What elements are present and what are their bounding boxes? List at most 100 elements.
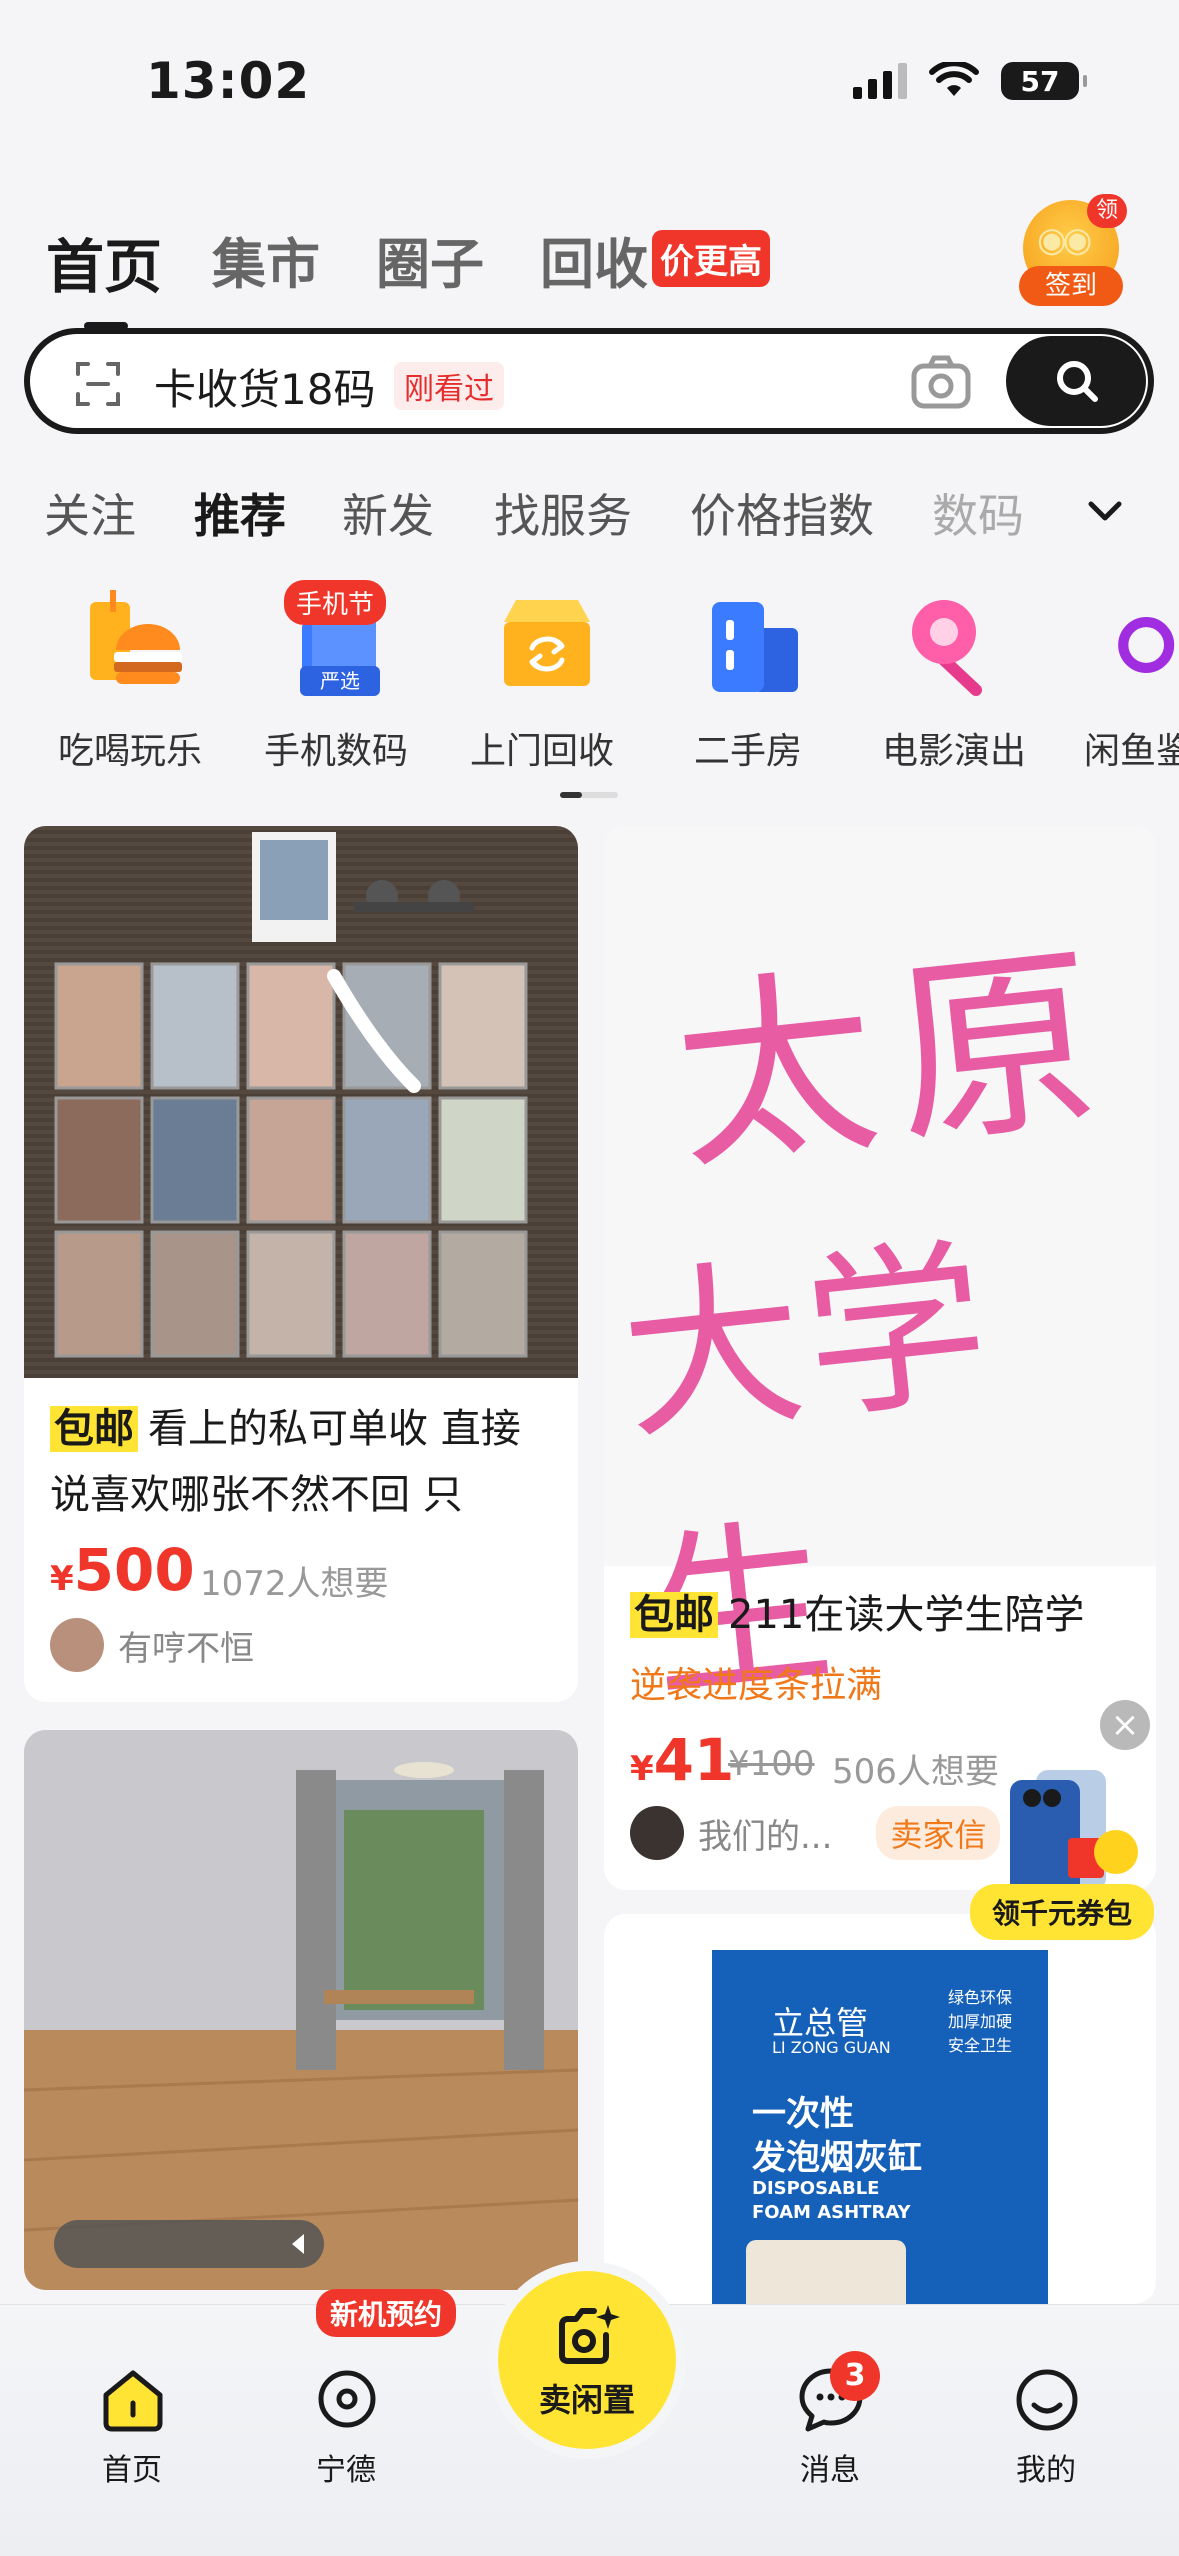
price-symbol: ¥ [630, 1749, 654, 1789]
photocard-grid [54, 962, 528, 1358]
product-card-photocards[interactable]: 包邮 看上的私可单收 直接说喜欢哪张不然不回 只 ¥500 1072人想要 有哼不… [24, 826, 578, 1702]
entry-label: 上门回收 [469, 731, 614, 772]
product-title-text: 211在读大学生陪学 [728, 1592, 1085, 1638]
scan-icon[interactable] [74, 360, 122, 408]
recycle-box-icon [504, 600, 590, 686]
seller-name: 我们的... [698, 1816, 833, 1857]
avatar [630, 1806, 684, 1860]
product-name-en1: DISPOSABLE [752, 2178, 880, 2199]
product-name-en2: FOAM ASHTRAY [752, 2202, 911, 2223]
ring-icon [1118, 617, 1175, 673]
product-image [24, 826, 578, 1378]
feature-3: 安全卫生 [948, 2036, 1013, 2055]
coupon-float[interactable]: × 领千元券包 [970, 1700, 1160, 1940]
tab-circle[interactable]: 圈子 [376, 220, 484, 299]
message-count-badge: 3 [830, 2351, 880, 2401]
price-value: 500 [73, 1536, 195, 1604]
recycle-price-badge: 价更高 [652, 230, 770, 287]
category-services[interactable]: 找服务 [494, 480, 632, 546]
category-tabs: 关注 推荐 新发 找服务 价格指数 数码 [44, 480, 1179, 550]
want-count: 1072人想要 [200, 1564, 389, 1604]
smile-face-icon [1016, 2369, 1078, 2431]
free-shipping-tag: 包邮 [50, 1406, 138, 1452]
battery-icon: 57 [1001, 62, 1087, 100]
seller-info[interactable]: 有哼不恒 [50, 1618, 254, 1672]
category-digital[interactable]: 数码 [932, 480, 1024, 546]
close-icon[interactable]: × [1100, 1700, 1150, 1750]
location-icon [318, 2370, 376, 2428]
category-new[interactable]: 新发 [342, 480, 434, 546]
product-box: 立总管 LI ZONG GUAN 绿色环保 加厚加硬 安全卫生 一次性 发泡烟灰… [712, 1950, 1048, 2304]
bottom-tab-bar: 首页 宁德 新机预约 卖闲置 3 消息 我的 [0, 2271, 1179, 2556]
tab-bar-label: 我的 [1016, 2453, 1076, 2488]
tab-bar-local[interactable]: 宁德 [276, 2345, 416, 2488]
signin-label: 签到 [1019, 266, 1123, 306]
entry-label: 电影演出 [881, 731, 1026, 772]
category-recommend[interactable]: 推荐 [194, 480, 286, 546]
entry-label: 二手房 [693, 731, 802, 772]
entry-xianyu-appraise[interactable]: 闲鱼鉴 [1068, 580, 1179, 780]
tab-market[interactable]: 集市 [212, 220, 320, 299]
tab-bar-label: 消息 [800, 2453, 860, 2488]
status-bar: 13:02 57 [0, 0, 1179, 170]
product-subtitle: 逆袭进度条拉满 [630, 1665, 883, 1706]
tab-recycle[interactable]: 回收 [540, 220, 648, 299]
coupon-label: 领千元券包 [970, 1884, 1154, 1940]
handwritten-text-line1: 太原 [664, 920, 1127, 1199]
entry-second-hand-house[interactable]: 二手房 [658, 580, 838, 780]
entry-sub-label: 严选 [320, 669, 360, 693]
product-title: 包邮 看上的私可单收 直接说喜欢哪张不然不回 只 [50, 1396, 552, 1528]
sell-idle-label: 卖闲置 [538, 2381, 635, 2419]
entry-home-recycle[interactable]: 上门回收 [452, 580, 632, 780]
product-price: ¥500 [50, 1536, 195, 1604]
entry-phones-digital[interactable]: 严选 手机节 手机数码 [246, 580, 426, 780]
seller-name: 有哼不恒 [118, 1628, 254, 1669]
status-time: 13:02 [146, 52, 311, 110]
signin-button[interactable]: 领 签到 [1019, 194, 1127, 306]
brand-name-en: LI ZONG GUAN [772, 2038, 891, 2057]
entry-movies-shows[interactable]: 电影演出 [864, 580, 1044, 780]
top-nav: 首页 集市 圈子 回收 价更高 领 签到 [46, 190, 1133, 330]
seller-info[interactable]: 我们的... 卖家信 [630, 1806, 1001, 1860]
product-image: 太原 大学生 [604, 826, 1156, 1725]
quick-entries: 吃喝玩乐 严选 手机节 手机数码 上门回收 二手房 电影演出 闲鱼鉴 [0, 580, 1179, 800]
product-card-room[interactable] [24, 1730, 578, 2290]
burger-drink-icon [90, 590, 182, 684]
product-price: ¥41 [630, 1726, 734, 1794]
tab-bar-mine[interactable]: 我的 [976, 2345, 1116, 2488]
price-symbol: ¥ [50, 1559, 74, 1599]
tab-bar-home[interactable]: 首页 [62, 2345, 202, 2488]
search-input[interactable]: 卡收货18码 [154, 356, 375, 417]
category-follow[interactable]: 关注 [44, 480, 136, 546]
price-value: 41 [653, 1726, 735, 1794]
product-window [746, 2240, 906, 2304]
product-card-ashtray[interactable]: 立总管 LI ZONG GUAN 绿色环保 加厚加硬 安全卫生 一次性 发泡烟灰… [604, 1914, 1156, 2304]
new-phone-badge: 新机预约 [316, 2289, 457, 2337]
home-icon [103, 2370, 163, 2432]
lollipop-icon [912, 600, 982, 696]
product-image: 立总管 LI ZONG GUAN 绿色环保 加厚加硬 安全卫生 一次性 发泡烟灰… [604, 1914, 1156, 2304]
product-name-line1: 一次性 [752, 2094, 854, 2134]
entry-label: 闲鱼鉴 [1084, 731, 1179, 772]
product-name-line2: 发泡烟灰缸 [752, 2138, 922, 2178]
sell-idle-button[interactable]: 卖闲置 [498, 2271, 676, 2449]
tab-bar-label: 首页 [102, 2453, 162, 2488]
entry-food-fun[interactable]: 吃喝玩乐 [40, 580, 220, 780]
status-icons: 57 [853, 62, 1087, 100]
category-price-index[interactable]: 价格指数 [690, 480, 874, 546]
search-bar[interactable]: 卡收货18码 刚看过 [24, 328, 1154, 434]
free-shipping-tag: 包邮 [630, 1592, 718, 1638]
category-more-button[interactable] [1075, 480, 1135, 540]
entry-badge: 手机节 [284, 580, 387, 625]
entries-scroll-indicator [560, 792, 618, 798]
tab-home[interactable]: 首页 [46, 220, 162, 330]
wifi-icon [929, 62, 979, 96]
tab-bar-messages[interactable]: 3 消息 [760, 2345, 900, 2488]
signin-corner-badge: 领 [1087, 194, 1127, 228]
camera-icon[interactable] [910, 352, 972, 412]
product-image [24, 1730, 578, 2290]
chevron-down-icon [1088, 501, 1122, 521]
search-button[interactable] [1006, 336, 1146, 426]
avatar [50, 1618, 104, 1672]
building-icon [712, 602, 798, 692]
